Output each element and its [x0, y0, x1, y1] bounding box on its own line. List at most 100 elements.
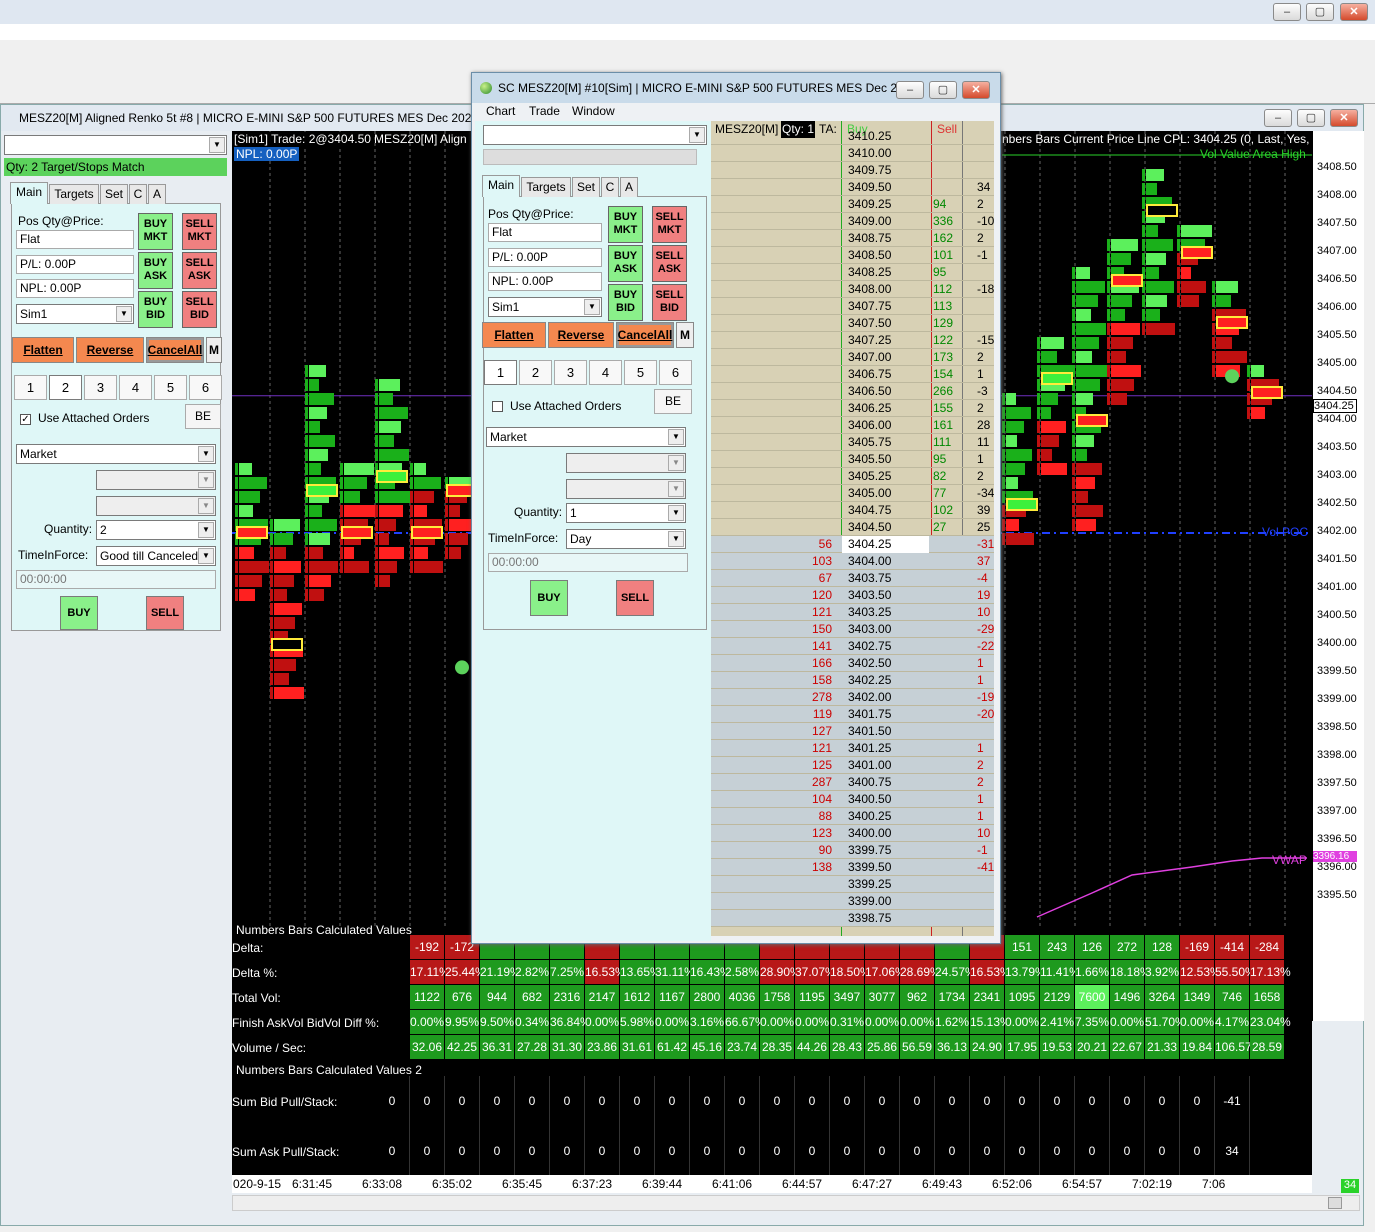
dom-preset-3-button[interactable]: 3: [554, 360, 587, 385]
dom-minimize-icon[interactable]: ‒: [896, 81, 924, 99]
ladder-ask-row[interactable]: 3409.50 34: [711, 179, 994, 196]
dom-sell-mkt-button[interactable]: SELL MKT: [652, 206, 687, 243]
ladder-ask-row[interactable]: 3407.50 129: [711, 315, 994, 332]
minimize-icon[interactable]: ‒: [1273, 3, 1301, 21]
tab-a[interactable]: A: [148, 184, 166, 204]
ladder-ask-row[interactable]: 3410.25: [711, 128, 994, 145]
ladder-bid-row[interactable]: 123 3400.00 10: [711, 825, 994, 842]
reverse-button[interactable]: Reverse: [76, 337, 144, 363]
ladder-bid-row[interactable]: 56 3404.25 -31: [711, 536, 994, 553]
ladder-ask-row[interactable]: 3409.25 94 2: [711, 196, 994, 213]
quantity-input[interactable]: 2 ▼: [96, 520, 216, 540]
ladder-ask-row[interactable]: 3407.00 173 2: [711, 349, 994, 366]
dom-time-field[interactable]: 00:00:00: [488, 553, 688, 572]
ladder-bid-row[interactable]: 158 3402.25 1: [711, 672, 994, 689]
ladder-ask-row[interactable]: 3405.50 95 1: [711, 451, 994, 468]
dom-buy-button[interactable]: BUY: [530, 580, 568, 616]
price2-select[interactable]: ▼: [96, 496, 216, 516]
tab-set[interactable]: Set: [100, 184, 128, 204]
symbol-combo[interactable]: ▼: [4, 135, 227, 155]
price-axis[interactable]: 3408.50 3408.00 3407.50 3407.00 3406.50 3406.…: [1312, 131, 1364, 1021]
ladder-bid-row[interactable]: 67 3403.75 -4: [711, 570, 994, 587]
ladder-bid-row[interactable]: 119 3401.75 -20: [711, 706, 994, 723]
dom-flatten-button[interactable]: Flatten: [482, 322, 546, 348]
ladder-bid-row[interactable]: 150 3403.00 -29: [711, 621, 994, 638]
sell-button[interactable]: SELL: [146, 596, 184, 630]
ladder-bid-row[interactable]: 103 3404.00 37: [711, 553, 994, 570]
chart-close-icon[interactable]: ✕: [1330, 109, 1358, 127]
ladder-bid-row[interactable]: 120 3403.50 19: [711, 587, 994, 604]
ladder-ask-row[interactable]: 3406.25 155 2: [711, 400, 994, 417]
ladder-ask-row[interactable]: 3404.75 102 39: [711, 502, 994, 519]
flatten-button[interactable]: Flatten: [12, 337, 74, 363]
dom-sell-ask-button[interactable]: SELL ASK: [652, 245, 687, 282]
ladder-ask-row[interactable]: 3407.25 122 -15: [711, 332, 994, 349]
ladder-bid-row[interactable]: 278 3402.00 -19: [711, 689, 994, 706]
dom-buy-bid-button[interactable]: BUY BID: [608, 284, 643, 321]
sell-bid-button[interactable]: SELL BID: [182, 291, 217, 328]
dom-tab-set[interactable]: Set: [572, 177, 600, 197]
preset-3-button[interactable]: 3: [84, 375, 117, 400]
account-select[interactable]: Sim1 ▼: [16, 304, 134, 324]
buy-mkt-button[interactable]: BUY MKT: [138, 213, 173, 250]
cancel-all-button[interactable]: CancelAll: [146, 337, 204, 363]
dom-buy-ask-button[interactable]: BUY ASK: [608, 245, 643, 282]
preset-6-button[interactable]: 6: [189, 375, 222, 400]
dom-preset-6-button[interactable]: 6: [659, 360, 692, 385]
ladder-bid-row[interactable]: 287 3400.75 2: [711, 774, 994, 791]
price-ladder[interactable]: MESZ20[M] Qty: 1 TA: Buy Sell 3410.25 341…: [711, 121, 994, 936]
dom-symbol-combo[interactable]: ▼: [483, 125, 707, 145]
tab-c[interactable]: C: [129, 184, 147, 204]
time-field[interactable]: 00:00:00: [16, 570, 216, 589]
dom-close-icon[interactable]: ✕: [962, 81, 990, 99]
dom-preset-5-button[interactable]: 5: [624, 360, 657, 385]
menu-window[interactable]: Window: [572, 104, 615, 118]
ladder-bid-row[interactable]: 166 3402.50 1: [711, 655, 994, 672]
dom-sell-button[interactable]: SELL: [616, 580, 654, 616]
dom-reverse-button[interactable]: Reverse: [548, 322, 614, 348]
scroll-thumb[interactable]: [1328, 1197, 1342, 1209]
buy-ask-button[interactable]: BUY ASK: [138, 252, 173, 289]
ladder-bid-row[interactable]: 141 3402.75 -22: [711, 638, 994, 655]
ladder-ask-row[interactable]: 3404.50 27 25: [711, 519, 994, 536]
dom-preset-2-button[interactable]: 2: [519, 360, 552, 385]
buy-button[interactable]: BUY: [60, 596, 98, 630]
maximize-icon[interactable]: ▢: [1306, 3, 1334, 21]
ladder-ask-row[interactable]: 3405.75 111 11: [711, 434, 994, 451]
ladder-ask-row[interactable]: 3409.00 336 -10: [711, 213, 994, 230]
preset-2-button[interactable]: 2: [49, 375, 82, 400]
tif-select[interactable]: Good till Canceled ▼: [96, 546, 216, 566]
chart-minimize-icon[interactable]: ‒: [1264, 109, 1292, 127]
dom-quantity-input[interactable]: 1 ▼: [566, 503, 686, 523]
ladder-ask-row[interactable]: 3410.00: [711, 145, 994, 162]
dom-price2-select[interactable]: ▼: [566, 479, 686, 499]
ladder-bid-row[interactable]: 3399.25: [711, 876, 994, 893]
ladder-ask-row[interactable]: 3406.75 154 1: [711, 366, 994, 383]
menu-trade[interactable]: Trade: [529, 104, 560, 118]
dom-cancel-all-button[interactable]: CancelAll: [616, 322, 674, 348]
ladder-ask-row[interactable]: 3406.50 266 -3: [711, 383, 994, 400]
ladder-bid-row[interactable]: 88 3400.25 1: [711, 808, 994, 825]
ladder-bid-row[interactable]: 3399.00: [711, 893, 994, 910]
dom-m-button[interactable]: M: [676, 322, 694, 348]
menu-chart[interactable]: Chart: [486, 104, 515, 118]
ladder-ask-row[interactable]: 3405.25 82 2: [711, 468, 994, 485]
horizontal-scrollbar[interactable]: [232, 1195, 1360, 1211]
ladder-ask-row[interactable]: 3408.00 112 -18: [711, 281, 994, 298]
ladder-bid-row[interactable]: 121 3401.25 1: [711, 740, 994, 757]
dom-preset-1-button[interactable]: 1: [484, 360, 517, 385]
tab-targets[interactable]: Targets: [49, 184, 99, 204]
use-attached-checkbox[interactable]: ✓: [20, 414, 31, 425]
dom-tab-c[interactable]: C: [601, 177, 619, 197]
sell-ask-button[interactable]: SELL ASK: [182, 252, 217, 289]
preset-4-button[interactable]: 4: [119, 375, 152, 400]
ladder-bid-row[interactable]: 104 3400.50 1: [711, 791, 994, 808]
dom-tif-select[interactable]: Day ▼: [566, 529, 686, 549]
preset-5-button[interactable]: 5: [154, 375, 187, 400]
dom-order-type-select[interactable]: Market ▼: [486, 427, 686, 447]
be-button[interactable]: BE: [185, 404, 221, 429]
sell-mkt-button[interactable]: SELL MKT: [182, 213, 217, 250]
ladder-ask-row[interactable]: 3406.00 161 28: [711, 417, 994, 434]
m-button[interactable]: M: [206, 337, 222, 363]
ladder-bid-row[interactable]: 138 3399.50 -41: [711, 859, 994, 876]
